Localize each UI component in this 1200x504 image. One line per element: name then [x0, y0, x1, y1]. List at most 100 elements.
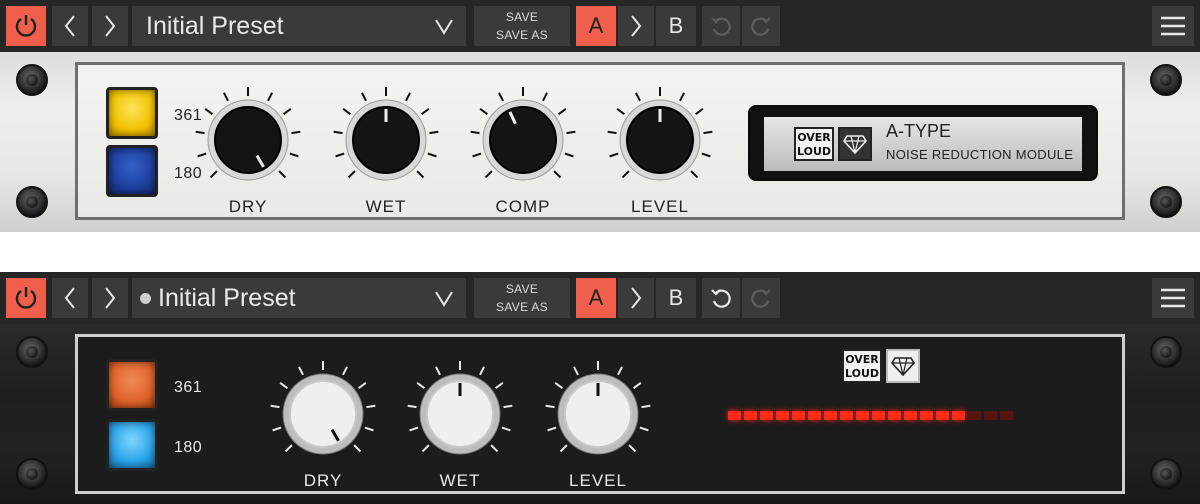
- level-knob[interactable]: [605, 85, 715, 195]
- knob-cap: [214, 106, 282, 174]
- knob-tick: [416, 170, 425, 179]
- knob-tick: [284, 444, 293, 453]
- knob-tick: [409, 426, 419, 432]
- wet-knob[interactable]: [405, 359, 515, 469]
- meter-segment: [728, 411, 741, 420]
- knob-tick: [223, 92, 229, 102]
- wet-label: WET: [439, 471, 481, 490]
- previous-preset-button[interactable]: [52, 278, 88, 318]
- overloud-logo: OVER LOUD: [794, 127, 834, 161]
- knob-tick: [416, 382, 425, 389]
- knob-tick: [616, 108, 625, 115]
- meter-segment: [888, 411, 901, 420]
- undo-button[interactable]: [702, 6, 740, 46]
- chevron-right-icon: [105, 287, 116, 309]
- knob-tick: [609, 152, 619, 158]
- mode-button-361[interactable]: [106, 359, 158, 411]
- knob-tick: [633, 382, 642, 389]
- level-knob[interactable]: [543, 359, 653, 469]
- save-group: SAVE SAVE AS: [474, 6, 570, 46]
- knob-cap: [289, 380, 357, 448]
- knob-tick: [278, 170, 287, 179]
- knob-tick: [279, 382, 288, 389]
- knob-tick: [405, 92, 411, 102]
- meter-segment: [840, 411, 853, 420]
- diamond-logo-icon: [886, 349, 920, 383]
- knob-tick: [617, 366, 623, 376]
- previous-preset-button[interactable]: [52, 6, 88, 46]
- knob-tick: [197, 152, 207, 158]
- knob-cap: [489, 106, 557, 174]
- power-button[interactable]: [6, 278, 46, 318]
- redo-button[interactable]: [742, 6, 780, 46]
- copy-arrow-icon: [631, 15, 642, 37]
- comp-knob[interactable]: [468, 85, 578, 195]
- knob-tick: [553, 170, 562, 179]
- type-display: OVER LOUD A-TYPE NOISE REDUCTION MODULE: [748, 105, 1098, 181]
- logo-line-2: LOUD: [796, 145, 832, 158]
- dry-knob[interactable]: [268, 359, 378, 469]
- ab-a-button[interactable]: A: [576, 6, 616, 46]
- preset-selector[interactable]: Initial Preset: [132, 6, 466, 46]
- mode-label-180: 180: [174, 439, 203, 456]
- menu-button[interactable]: [1152, 6, 1194, 46]
- knob-tick: [484, 170, 493, 179]
- power-button[interactable]: [6, 6, 46, 46]
- knob-tick: [558, 108, 567, 115]
- plugin-silver: Initial Preset SAVE SAVE AS A B 361 180 …: [0, 0, 1200, 232]
- knob-tick: [690, 170, 699, 179]
- ab-a-button[interactable]: A: [576, 278, 616, 318]
- rack-unit: 361 180 DRY WET LEVEL OVER LOUD: [0, 324, 1200, 504]
- meter-segment: [760, 411, 773, 420]
- redo-button[interactable]: [742, 278, 780, 318]
- knob-tick: [429, 130, 439, 135]
- knob-tick: [542, 92, 548, 102]
- ab-copy-button[interactable]: [618, 278, 654, 318]
- mode-button-180[interactable]: [106, 419, 158, 471]
- dry-label: DRY: [303, 471, 343, 490]
- chevron-left-icon: [64, 287, 75, 309]
- save-button[interactable]: SAVE: [506, 280, 538, 298]
- knob-tick: [607, 130, 617, 135]
- rack-screw: [16, 64, 48, 96]
- knob-tick: [427, 152, 437, 158]
- meter-segment: [744, 411, 757, 420]
- modified-dot-icon: [140, 292, 151, 304]
- knob-tick: [298, 366, 304, 376]
- next-preset-button[interactable]: [92, 278, 128, 318]
- knob-tick: [272, 426, 282, 432]
- mode-button-361[interactable]: [106, 87, 158, 139]
- preset-name: Initial Preset: [146, 11, 284, 40]
- ab-copy-button[interactable]: [618, 6, 654, 46]
- meter-segment: [920, 411, 933, 420]
- power-icon: [15, 287, 37, 309]
- knob-tick: [361, 92, 367, 102]
- logo-line-2: LOUD: [844, 367, 880, 380]
- knob-tick: [547, 426, 557, 432]
- knob-tick: [490, 444, 499, 453]
- preset-selector[interactable]: Initial Preset: [132, 278, 466, 318]
- knob-tick: [364, 426, 374, 432]
- ab-b-button[interactable]: B: [656, 6, 696, 46]
- save-as-button[interactable]: SAVE AS: [496, 298, 548, 316]
- menu-button[interactable]: [1152, 278, 1194, 318]
- knob-tick: [564, 152, 574, 158]
- undo-icon: [711, 289, 731, 308]
- wet-knob[interactable]: [331, 85, 441, 195]
- knob-tick: [503, 404, 513, 409]
- undo-button[interactable]: [702, 278, 740, 318]
- save-as-button[interactable]: SAVE AS: [496, 26, 548, 44]
- save-button[interactable]: SAVE: [506, 8, 538, 26]
- next-preset-button[interactable]: [92, 6, 128, 46]
- meter-segment: [856, 411, 869, 420]
- logo-line-1: OVER: [797, 131, 831, 144]
- knob-tick: [470, 130, 480, 135]
- mode-button-180[interactable]: [106, 145, 158, 197]
- rack-screw: [1150, 458, 1182, 490]
- front-panel: 361 180 DRY WET LEVEL OVER LOUD: [75, 334, 1125, 494]
- toolbar: Initial Preset SAVE SAVE AS A B: [0, 0, 1200, 52]
- dry-knob[interactable]: [193, 85, 303, 195]
- knob-tick: [566, 130, 576, 135]
- knob-tick: [421, 108, 430, 115]
- ab-b-button[interactable]: B: [656, 278, 696, 318]
